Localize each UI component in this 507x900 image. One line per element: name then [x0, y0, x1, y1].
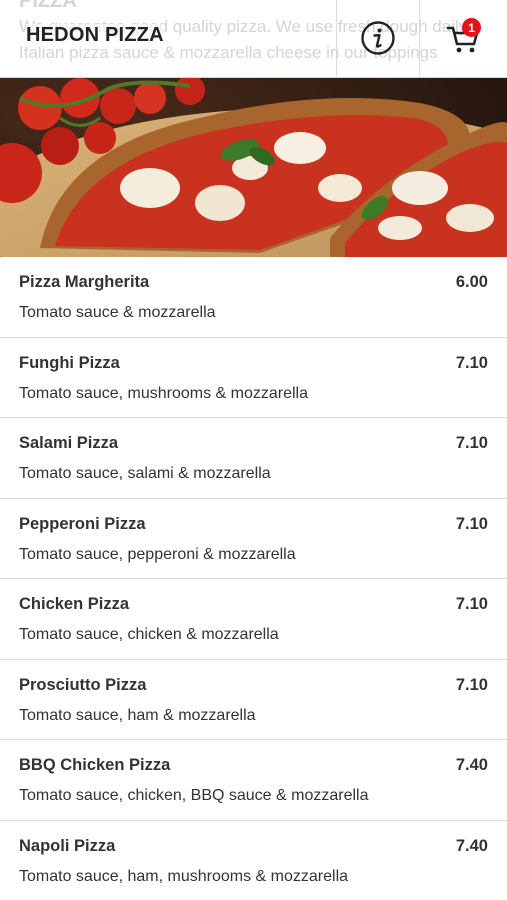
menu-item-price: 7.10 — [455, 353, 488, 372]
menu-item-description: Tomato sauce, mushrooms & mozzarella — [19, 384, 308, 402]
menu-item-description: Tomato sauce, salami & mozzarella — [19, 465, 271, 482]
menu-item[interactable]: Pepperoni Pizza 7.10 Tomato sauce, peppe… — [0, 498, 507, 579]
brand-title: HEDON PIZZA — [26, 24, 164, 47]
menu-item-price: 7.10 — [455, 675, 488, 694]
info-circle-icon — [361, 21, 395, 55]
cart-icon-wrap: 1 — [443, 18, 483, 58]
menu-item-name: BBQ Chicken Pizza — [19, 756, 171, 774]
menu-item-description: Tomato sauce, chicken & mozzarella — [19, 626, 279, 643]
menu-item-price: 7.10 — [455, 514, 488, 533]
menu-item-price: 7.10 — [455, 595, 488, 613]
menu-list: Pizza Margherita 6.00 Tomato sauce & moz… — [0, 257, 507, 900]
cart-count-badge: 1 — [462, 18, 481, 37]
hero-pizza-image — [0, 78, 507, 257]
menu-item[interactable]: BBQ Chicken Pizza 7.40 Tomato sauce, chi… — [0, 740, 507, 821]
menu-item-price: 7.40 — [455, 836, 488, 855]
menu-item-price: 7.40 — [455, 756, 488, 774]
menu-item[interactable]: Salami Pizza 7.10 Tomato sauce, salami &… — [0, 418, 507, 499]
menu-item[interactable]: Chicken Pizza 7.10 Tomato sauce, chicken… — [0, 579, 507, 660]
pizza-photo — [0, 78, 507, 257]
menu-item-name: Pepperoni Pizza — [19, 514, 146, 533]
menu-item-name: Prosciutto Pizza — [19, 675, 147, 694]
menu-item-name: Salami Pizza — [19, 434, 119, 452]
menu-item-description: Tomato sauce & mozzarella — [19, 304, 216, 321]
menu-item-name: Funghi Pizza — [19, 353, 120, 372]
menu-item[interactable]: Napoli Pizza 7.40 Tomato sauce, ham, mus… — [0, 820, 507, 900]
cart-button[interactable]: 1 — [421, 0, 505, 76]
menu-item-price: 6.00 — [455, 273, 488, 291]
app-header: PIZZA We guarantee good quality pizza. W… — [0, 0, 507, 78]
info-button[interactable] — [336, 0, 420, 76]
menu-item[interactable]: Pizza Margherita 6.00 Tomato sauce & moz… — [0, 257, 507, 338]
menu-item-name: Napoli Pizza — [19, 836, 116, 855]
menu-item[interactable]: Prosciutto Pizza 7.10 Tomato sauce, ham … — [0, 659, 507, 740]
menu-item-description: Tomato sauce, chicken, BBQ sauce & mozza… — [19, 787, 369, 804]
menu-item-name: Pizza Margherita — [19, 273, 150, 291]
menu-item-price: 7.10 — [455, 434, 488, 452]
menu-item-name: Chicken Pizza — [19, 595, 130, 613]
menu-item[interactable]: Funghi Pizza 7.10 Tomato sauce, mushroom… — [0, 337, 507, 418]
menu-item-description: Tomato sauce, ham, mushrooms & mozzarell… — [19, 867, 349, 885]
menu-item-description: Tomato sauce, pepperoni & mozzarella — [19, 545, 296, 563]
menu-item-description: Tomato sauce, ham & mozzarella — [19, 706, 256, 724]
